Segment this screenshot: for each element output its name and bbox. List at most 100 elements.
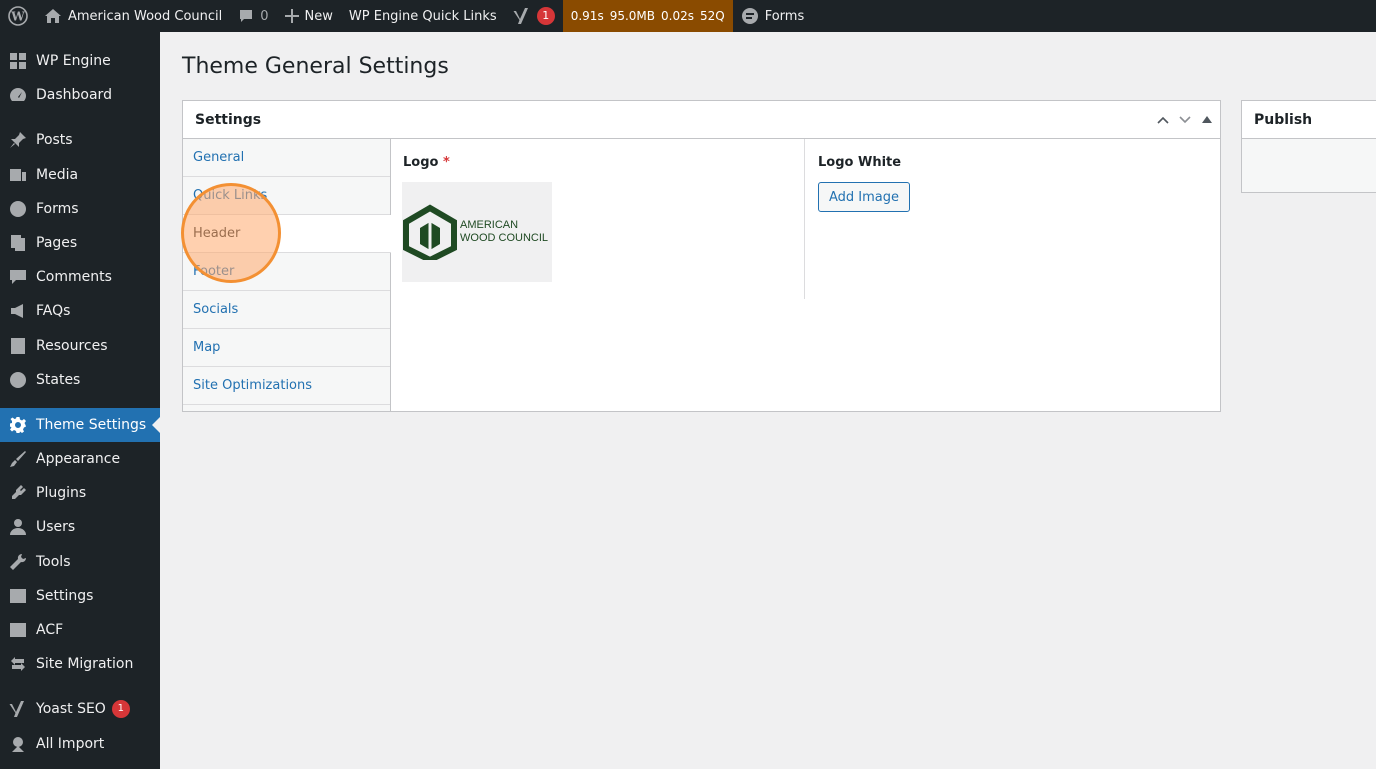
sidebar-item-pages[interactable]: Pages (0, 226, 160, 260)
home-icon (44, 8, 62, 24)
gear-icon (8, 415, 28, 435)
admin-sidebar: WP Engine Dashboard Posts Media Forms Pages Co… (0, 32, 160, 769)
awc-logo-text: AMERICAN WOOD COUNCIL (460, 219, 548, 245)
field-divider (804, 139, 805, 299)
tab-header[interactable]: Header (183, 215, 391, 253)
move-up-icon[interactable] (1156, 113, 1170, 127)
tab-footer[interactable]: Footer (183, 253, 390, 291)
sidebar-item-comments[interactable]: Comments (0, 260, 160, 294)
logo-text-line2: WOOD COUNCIL (460, 232, 548, 244)
sidebar-item-tools[interactable]: Tools (0, 545, 160, 579)
sidebar-item-faqs[interactable]: FAQs (0, 294, 160, 328)
sidebar-item-label: FAQs (36, 303, 71, 319)
svg-text:W: W (10, 10, 25, 24)
sidebar-item-theme-settings[interactable]: Theme Settings (0, 408, 160, 442)
metabox-controls (1156, 101, 1214, 138)
logo-white-field-label: Logo White (818, 155, 902, 170)
sidebar-item-label: States (36, 372, 81, 388)
settings-metabox: Settings General Quick Links Header Footer S… (182, 100, 1221, 412)
sidebar-item-label: All Import (36, 736, 105, 752)
admin-bar: W American Wood Council 0 New WP Engine … (0, 0, 1376, 32)
sidebar-item-all-import[interactable]: All Import (0, 727, 160, 761)
awc-logo-icon (403, 204, 457, 260)
publish-title: Publish (1242, 101, 1376, 139)
qm-time: 0.91s (570, 9, 604, 23)
sidebar-item-label: Comments (36, 269, 112, 285)
sidebar-item-resources[interactable]: Resources (0, 329, 160, 363)
forms-label: Forms (764, 8, 805, 24)
sidebar-item-posts[interactable]: Posts (0, 123, 160, 157)
forms-admin-link[interactable]: Forms (733, 0, 813, 32)
comments-count: 0 (260, 8, 269, 24)
sidebar-item-label: Theme Settings (36, 417, 147, 433)
settings-metabox-header: Settings (183, 101, 1220, 139)
sidebar-item-label: Pages (36, 235, 78, 251)
sidebar-item-media[interactable]: Media (0, 158, 160, 192)
plugin-icon (8, 483, 28, 503)
sidebar-item-label: ACF (36, 622, 64, 638)
sidebar-item-label: Appearance (36, 451, 121, 467)
sidebar-item-users[interactable]: Users (0, 510, 160, 544)
sidebar-item-label: Dashboard (36, 87, 112, 103)
sidebar-item-settings[interactable]: Settings (0, 579, 160, 613)
sidebar-item-label: Tools (36, 554, 71, 570)
tab-general[interactable]: General (183, 139, 390, 177)
qm-memory: 95.0MB (609, 9, 656, 23)
sliders-icon (8, 586, 28, 606)
qm-queries: 52Q (700, 9, 725, 23)
query-monitor[interactable]: 0.91s 95.0MB 0.02s 52Q (562, 0, 733, 32)
sidebar-item-forms[interactable]: Forms (0, 192, 160, 226)
sidebar-item-label: Yoast SEO (36, 701, 106, 717)
quick-links-link[interactable]: WP Engine Quick Links (341, 0, 505, 32)
required-mark: * (442, 155, 450, 170)
sidebar-item-wp-engine[interactable]: WP Engine (0, 44, 160, 78)
quick-links-label: WP Engine Quick Links (348, 8, 497, 24)
brush-icon (8, 449, 28, 469)
notification-badge: 1 (111, 700, 130, 718)
wordpress-logo-icon[interactable]: W (0, 0, 36, 32)
site-name-link[interactable]: American Wood Council (36, 0, 230, 32)
pages-icon (8, 233, 28, 253)
sidebar-item-site-migration[interactable]: Site Migration (0, 647, 160, 681)
sidebar-item-yoast-seo[interactable]: Yoast SEO 1 (0, 692, 160, 726)
logo-label: Logo (403, 155, 439, 170)
toggle-panel-icon[interactable] (1200, 113, 1214, 127)
qm-db-time: 0.02s (661, 9, 694, 23)
globe-icon (8, 370, 28, 390)
logo-image-preview[interactable]: AMERICAN WOOD COUNCIL (402, 182, 552, 282)
move-down-icon[interactable] (1178, 113, 1192, 127)
yoast-icon (513, 7, 531, 25)
publish-metabox: Publish (1241, 100, 1376, 193)
forms-icon (741, 7, 759, 25)
forms-icon (8, 199, 28, 219)
tab-quick-links[interactable]: Quick Links (183, 177, 390, 215)
plus-icon (284, 9, 299, 23)
sidebar-item-states[interactable]: States (0, 363, 160, 397)
comments-icon (8, 267, 28, 287)
sidebar-item-label: Posts (36, 132, 73, 148)
sidebar-item-plugins[interactable]: Plugins (0, 476, 160, 510)
yoast-admin-link[interactable]: 1 (505, 0, 563, 32)
sidebar-item-label: Site Migration (36, 656, 134, 672)
sidebar-item-label: Users (36, 519, 76, 535)
comment-bubble-icon (238, 8, 254, 24)
sidebar-item-label: Plugins (36, 485, 87, 501)
building-icon (8, 336, 28, 356)
wrench-icon (8, 552, 28, 572)
tab-socials[interactable]: Socials (183, 291, 390, 329)
sidebar-item-acf[interactable]: ACF (0, 613, 160, 647)
new-label: New (304, 8, 333, 24)
publish-body (1242, 139, 1376, 192)
add-image-button[interactable]: Add Image (818, 182, 911, 212)
settings-tabs: General Quick Links Header Footer Socials Map… (183, 139, 391, 411)
tab-map[interactable]: Map (183, 329, 390, 367)
sidebar-item-label: Forms (36, 201, 79, 217)
comments-link[interactable]: 0 (230, 0, 276, 32)
sidebar-item-label: Settings (36, 588, 94, 604)
acf-icon (8, 620, 28, 640)
sidebar-item-dashboard[interactable]: Dashboard (0, 78, 160, 112)
sidebar-item-appearance[interactable]: Appearance (0, 442, 160, 476)
tab-site-optimizations[interactable]: Site Optimizations (183, 367, 390, 405)
sidebar-item-label: Resources (36, 338, 108, 354)
new-content-link[interactable]: New (277, 0, 341, 32)
